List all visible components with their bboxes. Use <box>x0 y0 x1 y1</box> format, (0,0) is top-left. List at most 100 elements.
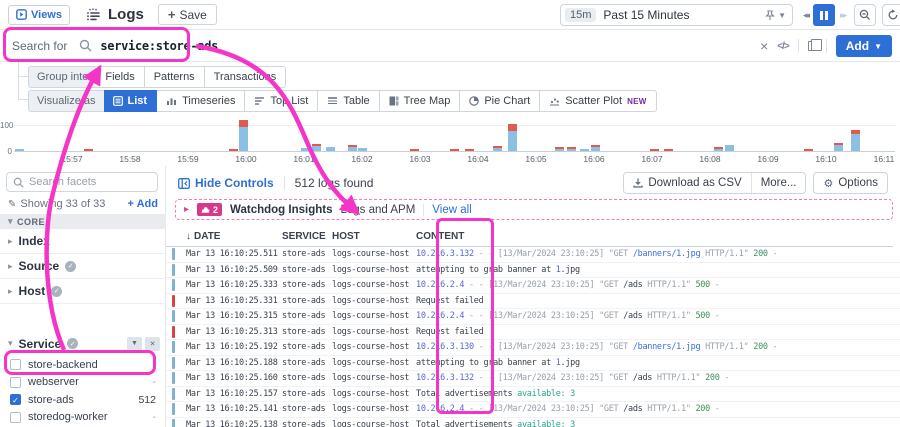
histogram-bar[interactable] <box>663 148 673 151</box>
log-row[interactable]: Mar 13 16:10:25.157 store-ads logs-course-… <box>166 387 900 402</box>
log-service: store-ads <box>282 357 326 368</box>
checkbox[interactable] <box>10 359 21 371</box>
histogram-bar[interactable] <box>803 148 813 151</box>
add-button[interactable]: Add ▼ <box>835 35 892 57</box>
save-button[interactable]: + Save <box>157 4 217 25</box>
histogram-bar[interactable] <box>507 123 517 151</box>
histogram-bar[interactable] <box>357 147 367 151</box>
chevron-down-icon[interactable]: ▼ <box>778 11 786 20</box>
tab-list[interactable]: List <box>103 90 158 112</box>
log-level-indicator <box>172 341 175 354</box>
log-row[interactable]: Mar 13 16:10:25.333 store-ads logs-course-… <box>166 278 900 294</box>
x-tick-label: 15:59 <box>177 154 199 164</box>
histogram-bar[interactable] <box>580 148 590 151</box>
search-icon <box>13 177 24 188</box>
log-row[interactable]: Mar 13 16:10:25.331 store-ads logs-course-… <box>166 294 900 309</box>
facet-group-source[interactable]: ▸ Source ✓ <box>0 254 166 279</box>
log-row[interactable]: Mar 13 16:10:25.509 store-ads logs-course-… <box>166 263 900 278</box>
facet-group-index[interactable]: ▸ Index <box>0 229 166 254</box>
histogram-bar[interactable] <box>300 147 310 151</box>
clear-filter-icon[interactable]: ✕ <box>145 336 160 351</box>
log-row[interactable]: Mar 13 16:10:25.313 store-ads logs-course-… <box>166 325 900 340</box>
facet-value-count: 512 <box>138 393 156 406</box>
pause-button[interactable] <box>813 4 836 26</box>
histogram-bar[interactable] <box>590 145 600 151</box>
filter-icon[interactable]: ▼ <box>127 336 142 351</box>
log-row[interactable]: Mar 13 16:10:25.188 store-ads logs-course-… <box>166 356 900 371</box>
histogram-bar[interactable] <box>850 130 860 151</box>
tab-timeseries[interactable]: Timeseries <box>157 90 246 112</box>
tab-top-list[interactable]: Top List <box>245 90 319 112</box>
checkbox[interactable] <box>10 411 21 423</box>
tab-fields[interactable]: Fields <box>96 66 145 88</box>
tab-patterns[interactable]: Patterns <box>144 66 205 88</box>
histogram-bar[interactable] <box>83 148 93 151</box>
chevron-down-icon: ▾ <box>8 216 14 226</box>
clear-search-icon[interactable]: × <box>760 38 768 54</box>
histogram-bar[interactable] <box>492 145 502 151</box>
search-query-input[interactable]: service:store-ads <box>100 39 218 53</box>
histogram-bar[interactable] <box>713 146 723 151</box>
view-all-link[interactable]: View all <box>432 204 471 216</box>
histogram-bar[interactable] <box>15 148 25 151</box>
core-section-header[interactable]: ▾ CORE <box>0 214 166 229</box>
log-row[interactable]: Mar 13 16:10:25.141 store-ads logs-course-… <box>166 402 900 418</box>
pin-icon[interactable] <box>765 9 775 21</box>
hide-controls-button[interactable]: Hide Controls <box>178 176 274 190</box>
step-forward-icon[interactable]: ▸▸ <box>837 10 848 21</box>
copy-icon[interactable] <box>807 39 822 51</box>
histogram-bar[interactable] <box>347 145 357 151</box>
histogram-bar[interactable] <box>555 146 565 151</box>
log-row[interactable]: Mar 13 16:10:25.160 store-ads logs-course-… <box>166 371 900 387</box>
log-host: logs-course-host <box>332 280 410 291</box>
tab-table[interactable]: Table <box>318 90 380 112</box>
add-facet-button[interactable]: + Add <box>128 198 158 210</box>
column-service[interactable]: SERVICE <box>282 231 332 242</box>
facet-search-input[interactable]: Search facets <box>6 172 158 192</box>
tab-transactions[interactable]: Transactions <box>204 66 287 88</box>
tab-pie-chart[interactable]: Pie Chart <box>460 90 541 112</box>
options-button[interactable]: ⚙ Options <box>813 172 888 194</box>
histogram-bar[interactable] <box>238 120 248 151</box>
facet-group-service[interactable]: ▾ Service ✓ ▼ ✕ <box>0 331 166 356</box>
more-button[interactable]: More... <box>750 173 806 193</box>
histogram-bar[interactable] <box>833 142 843 151</box>
histogram-bar[interactable] <box>465 148 475 151</box>
zoom-out-button[interactable] <box>854 4 877 26</box>
facet-group-host[interactable]: ▸ Host ✓ <box>0 279 166 304</box>
histogram-bar[interactable] <box>228 148 238 151</box>
log-volume-histogram[interactable]: 100 0 15:57 15:58 15:59 16:00 16:01 16:02 16:0… <box>0 112 900 165</box>
facet-value-store-backend[interactable]: store-backend - <box>0 356 166 374</box>
download-csv-button[interactable]: Download as CSV <box>624 173 751 193</box>
log-row[interactable]: Mar 13 16:10:25.511 store-ads logs-course-… <box>166 247 900 263</box>
tab-tree-map[interactable]: Tree Map <box>379 90 461 112</box>
time-range-selector[interactable]: 15m Past 15 Minutes ▼ <box>560 4 793 26</box>
histogram-bar[interactable] <box>650 148 660 151</box>
facet-value-store-ads[interactable]: ✓ store-ads 512 <box>0 391 166 409</box>
pencil-icon[interactable]: ✎ <box>8 199 16 210</box>
column-date[interactable]: ↓ DATE <box>186 231 282 242</box>
chevron-right-icon[interactable]: ▸ <box>184 204 189 215</box>
log-row[interactable]: Mar 13 16:10:25.192 store-ads logs-course-… <box>166 340 900 356</box>
log-row[interactable]: Mar 13 16:10:25.315 store-ads logs-course-… <box>166 309 900 325</box>
step-back-icon[interactable]: ◂◂ <box>800 10 811 21</box>
histogram-bar[interactable] <box>325 147 335 151</box>
refresh-button[interactable] <box>882 4 900 26</box>
column-content[interactable]: CONTENT <box>416 231 464 242</box>
checkbox[interactable]: ✓ <box>10 394 21 406</box>
histogram-bar[interactable] <box>312 143 322 151</box>
histogram-bar[interactable] <box>567 146 577 151</box>
views-button[interactable]: Views <box>8 4 70 25</box>
facet-value-storedog-worker[interactable]: storedog-worker - <box>0 409 166 427</box>
watchdog-insights-banner[interactable]: ▸ 2 Watchdog Insights Logs and APM View … <box>175 199 893 220</box>
tab-scatter-plot[interactable]: Scatter Plot NEW <box>540 90 657 112</box>
log-service: store-ads <box>282 295 326 306</box>
code-view-icon[interactable]: </> <box>777 41 790 52</box>
checkbox[interactable] <box>10 376 21 388</box>
facet-value-webserver[interactable]: webserver - <box>0 374 166 392</box>
histogram-bar[interactable] <box>450 148 460 151</box>
histogram-bar[interactable] <box>410 148 420 151</box>
log-row[interactable]: Mar 13 16:10:25.138 store-ads logs-course-… <box>166 418 900 427</box>
column-host[interactable]: HOST <box>332 231 416 242</box>
histogram-bar[interactable] <box>725 145 735 151</box>
